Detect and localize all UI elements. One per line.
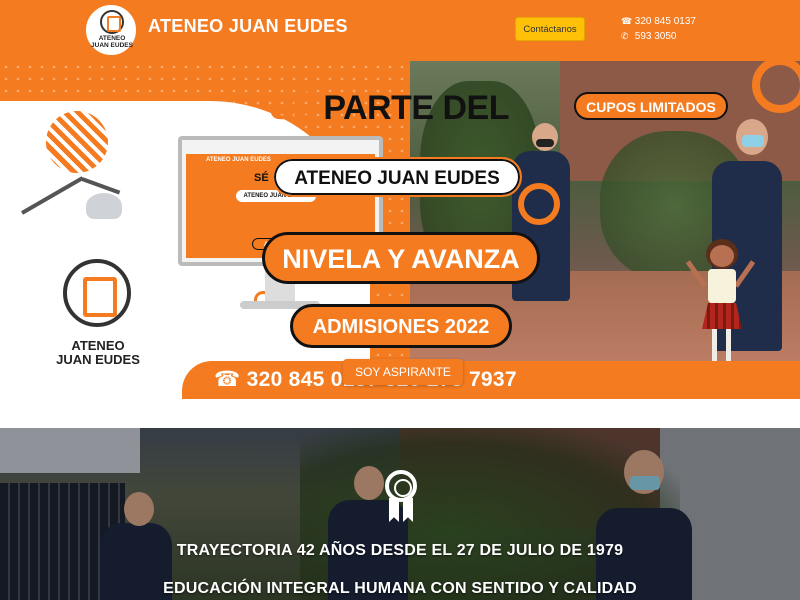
- decor-ring: [46, 111, 108, 173]
- trajectory-section: TRAYECTORIA 42 AÑOS DESDE EL 27 DE JULIO…: [0, 428, 800, 600]
- face-mask: [536, 139, 554, 147]
- cupos-limitados-badge: CUPOS LIMITADOS: [574, 92, 728, 120]
- contact-button[interactable]: Contáctanos: [515, 17, 585, 41]
- ateneo-pill: ATENEO JUAN EUDES: [272, 157, 522, 197]
- whatsapp-icon: ☎: [621, 16, 633, 26]
- education-text: EDUCACIÓN INTEGRAL HUMANA CON SENTIDO Y …: [163, 580, 637, 597]
- trajectory-text: TRAYECTORIA 42 AÑOS DESDE EL 27 DE JULIO…: [176, 542, 624, 559]
- banner-logo-text: ATENEO JUAN EUDES: [56, 338, 140, 367]
- soy-aspirante-button[interactable]: SOY ASPIRANTE: [343, 359, 463, 385]
- whatsapp-contact[interactable]: ☎ 320 845 0137: [621, 16, 696, 27]
- logo-text: ATENEO JUAN EUDES: [91, 35, 133, 49]
- decor-ring: [518, 183, 560, 225]
- admisiones-pill: ADMISIONES 2022: [290, 304, 512, 348]
- whatsapp-icon: ☎: [214, 368, 241, 391]
- phone-contact[interactable]: ✆ 593 3050: [621, 31, 677, 42]
- hero-banner[interactable]: ATENEO JUAN EUDES SÉ PARTE ATENEO JUAN E…: [0, 61, 800, 399]
- site-header: ATENEO JUAN EUDES ATENEO JUAN EUDES Cont…: [0, 0, 800, 61]
- whatsapp-number: 320 845 0137: [634, 16, 696, 27]
- brand-title[interactable]: ATENEO JUAN EUDES: [148, 16, 348, 37]
- phone-icon: ✆: [621, 31, 629, 41]
- face-mask: [742, 135, 764, 147]
- logo-emblem: [100, 10, 124, 34]
- award-icon: [383, 470, 419, 526]
- lamp-head: [86, 193, 122, 219]
- site-logo[interactable]: ATENEO JUAN EUDES: [84, 3, 138, 57]
- banner-logo: ATENEO JUAN EUDES: [28, 251, 168, 391]
- banner-logo-emblem: [63, 259, 131, 327]
- nivela-avanza-pill: NIVELA Y AVANZA: [262, 232, 540, 284]
- phone-number: 593 3050: [634, 31, 677, 42]
- banner-headline: SÉ PARTE DEL: [270, 89, 509, 127]
